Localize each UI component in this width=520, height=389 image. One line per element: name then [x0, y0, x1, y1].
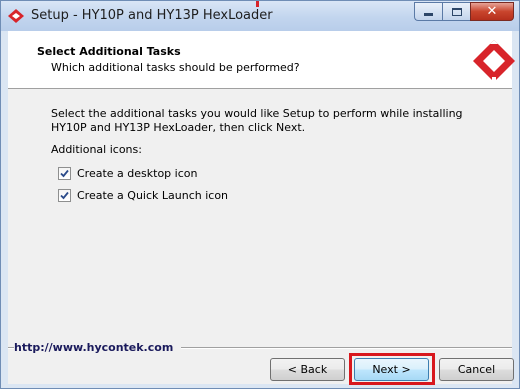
cancel-button[interactable]: Cancel	[439, 358, 514, 381]
app-icon	[8, 9, 24, 23]
title-bar[interactable]: Setup - HY10P and HY13P HexLoader ✕	[1, 1, 519, 31]
page-title: Select Additional Tasks	[37, 45, 181, 58]
back-button[interactable]: < Back	[270, 358, 345, 381]
minimize-icon	[424, 13, 433, 16]
wizard-client: Select Additional Tasks Which additional…	[8, 31, 515, 385]
quick-launch-label: Create a Quick Launch icon	[77, 189, 229, 202]
website-url: http://www.hycontek.com	[14, 341, 182, 354]
annotation-mark	[256, 1, 259, 7]
minimize-button[interactable]	[414, 2, 442, 21]
next-button-highlight	[349, 353, 435, 385]
task-description: Select the additional tasks you would li…	[51, 107, 463, 134]
quick-launch-option[interactable]: Create a Quick Launch icon	[58, 189, 228, 202]
checkmark-icon	[60, 191, 69, 200]
desktop-icon-checkbox[interactable]	[58, 167, 71, 180]
close-icon: ✕	[486, 4, 498, 19]
desktop-icon-label: Create a desktop icon	[77, 167, 198, 180]
maximize-button[interactable]	[442, 2, 470, 21]
maximize-icon	[451, 7, 462, 16]
additional-icons-label: Additional icons:	[51, 143, 142, 156]
hycontek-logo	[473, 40, 515, 83]
checkmark-icon	[60, 169, 69, 178]
window-controls: ✕	[414, 2, 514, 21]
page-subtitle: Which additional tasks should be perform…	[51, 61, 300, 74]
quick-launch-checkbox[interactable]	[58, 189, 71, 202]
setup-window: Setup - HY10P and HY13P HexLoader ✕ Sele…	[0, 0, 520, 389]
wizard-header: Select Additional Tasks Which additional…	[8, 31, 515, 89]
desktop-icon-option[interactable]: Create a desktop icon	[58, 167, 197, 180]
close-button[interactable]: ✕	[470, 2, 514, 21]
window-title: Setup - HY10P and HY13P HexLoader	[31, 8, 273, 23]
